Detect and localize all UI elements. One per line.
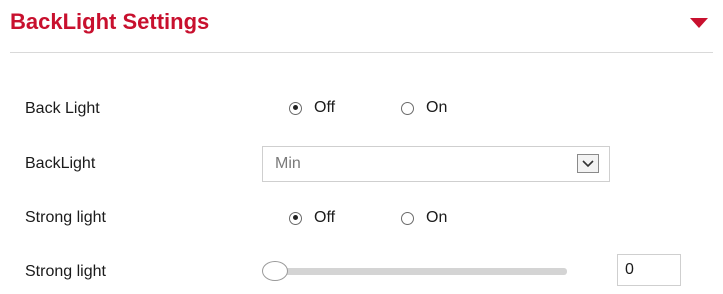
back-light-off-label: Off <box>314 99 336 116</box>
back-light-label: Back Light <box>25 100 100 117</box>
back-light-on-option[interactable]: On <box>401 99 447 117</box>
back-light-off-option[interactable]: Off <box>289 99 335 117</box>
panel-header[interactable]: BackLight Settings <box>0 0 723 52</box>
slider-track[interactable] <box>270 268 567 275</box>
back-light-on-label: On <box>426 99 448 116</box>
strong-light-level-label: Strong light <box>25 263 106 280</box>
chevron-down-icon[interactable] <box>577 154 599 173</box>
backlight-level-value: Min <box>275 155 301 172</box>
strong-light-on-option[interactable]: On <box>401 209 447 227</box>
strong-light-on-label: On <box>426 209 448 226</box>
strong-light-off-option[interactable]: Off <box>289 209 335 227</box>
header-divider <box>10 52 713 53</box>
backlight-level-select[interactable]: Min <box>262 146 610 182</box>
caret-down-icon[interactable] <box>690 18 708 28</box>
slider-thumb[interactable] <box>262 261 288 281</box>
strong-light-off-label: Off <box>314 209 336 226</box>
strong-light-label: Strong light <box>25 209 106 226</box>
strong-light-on-radio[interactable] <box>401 211 415 225</box>
backlight-level-label: BackLight <box>25 155 96 172</box>
strong-light-off-radio[interactable] <box>289 211 302 225</box>
strong-light-radio-group: Off On <box>289 209 447 227</box>
panel-title: BackLight Settings <box>10 9 210 34</box>
back-light-off-radio[interactable] <box>289 101 302 115</box>
back-light-on-radio[interactable] <box>401 101 415 115</box>
strong-light-slider[interactable] <box>262 259 567 285</box>
back-light-radio-group: Off On <box>289 99 447 117</box>
strong-light-value-input[interactable] <box>617 254 681 286</box>
